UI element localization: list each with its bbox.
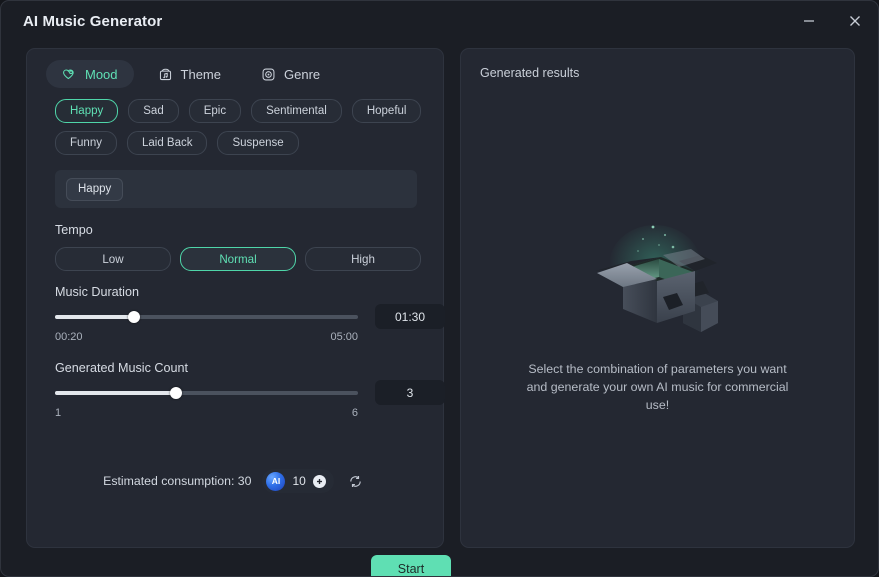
count-max-label: 6 [351,407,358,419]
tab-genre[interactable]: Genre [245,60,336,88]
mood-chip[interactable]: Sad [128,99,179,123]
parameters-panel: Mood Theme Genre Happy Sad Epic Sentimen… [26,48,451,576]
ai-credit-icon: AI [266,471,286,491]
empty-state: Select the combination of parameters you… [461,219,854,414]
mood-chip-label: Laid Back [141,137,193,149]
duration-value-box[interactable]: 01:30 [375,304,445,329]
window-controls [786,1,878,41]
credit-count: 10 [292,474,306,488]
slider-thumb[interactable] [127,311,140,323]
tempo-option-low[interactable]: Low [55,247,171,271]
tab-theme-label: Theme [180,66,221,82]
mood-chip-label: Sentimental [266,105,327,117]
category-tabs: Mood Theme Genre [46,60,336,88]
mood-chip-label: Suspense [232,137,284,149]
count-min-label: 1 [55,407,62,419]
duration-min-label: 00:20 [55,331,83,343]
slider-fill [55,391,177,395]
title-bar: AI Music Generator [1,1,878,41]
slider-fill [55,315,134,319]
mood-chip-label: Funny [70,137,102,149]
tempo-option-label: Normal [219,252,257,266]
mood-chip[interactable]: Epic [188,99,242,123]
plus-icon[interactable] [312,474,326,488]
tab-mood[interactable]: Mood [46,60,134,88]
empty-state-text: Select the combination of parameters you… [526,362,789,412]
selected-tags-box: Happy [55,170,417,208]
count-value-box[interactable]: 3 [375,380,445,405]
start-button[interactable]: Start [371,555,451,576]
disc-icon [261,67,276,82]
slider-thumb[interactable] [170,387,183,399]
results-title: Generated results [480,66,580,80]
tab-genre-label: Genre [284,66,321,82]
open-box-icon [583,219,733,344]
mood-chip-list: Happy Sad Epic Sentimental Hopeful Funny… [55,99,425,155]
results-panel: Generated results Select the combination… [460,48,855,548]
duration-max-label: 05:00 [330,331,358,343]
start-button-label: Start [397,561,425,576]
mood-chip[interactable]: Laid Back [126,131,208,155]
selected-tag[interactable]: Happy [66,177,124,201]
mood-chip[interactable]: Suspense [217,131,299,155]
mood-chip-label: Sad [143,105,164,117]
mood-chip-label: Happy [70,105,104,117]
ai-badge-label: AI [271,476,281,486]
tempo-option-label: Low [102,252,124,266]
music-duration-slider[interactable] [55,311,358,323]
mood-chip[interactable]: Sentimental [251,99,342,123]
mood-chip[interactable]: Happy [55,99,119,123]
music-count-slider[interactable] [55,387,358,399]
minimize-button[interactable] [786,1,832,41]
tempo-option-normal[interactable]: Normal [180,247,296,271]
music-duration-label: Music Duration [55,285,139,299]
app-window: AI Music Generator Mood Theme Genre Happ… [0,0,879,577]
consumption-row: Estimated consumption: 30 AI 10 [27,469,443,493]
heart-icon [62,67,77,82]
estimated-consumption-label: Estimated consumption: 30 [103,474,252,488]
credit-balance-pill[interactable]: AI 10 [262,469,334,493]
tab-mood-label: Mood [85,66,118,82]
tempo-option-high[interactable]: High [305,247,421,271]
mood-chip-label: Epic [203,105,227,117]
tempo-options: Low Normal High [55,247,421,271]
close-button[interactable] [832,1,878,41]
refresh-icon[interactable] [345,470,367,492]
tempo-option-label: High [351,252,375,266]
mood-chip[interactable]: Funny [55,131,117,155]
mood-chip[interactable]: Hopeful [351,99,422,123]
tab-theme[interactable]: Theme [142,60,237,88]
mood-chip-label: Hopeful [366,105,407,117]
music-count-label: Generated Music Count [55,361,189,375]
tempo-label: Tempo [55,223,93,237]
selected-tag-label: Happy [78,183,112,195]
app-title: AI Music Generator [23,12,163,30]
music-box-icon [158,67,173,82]
